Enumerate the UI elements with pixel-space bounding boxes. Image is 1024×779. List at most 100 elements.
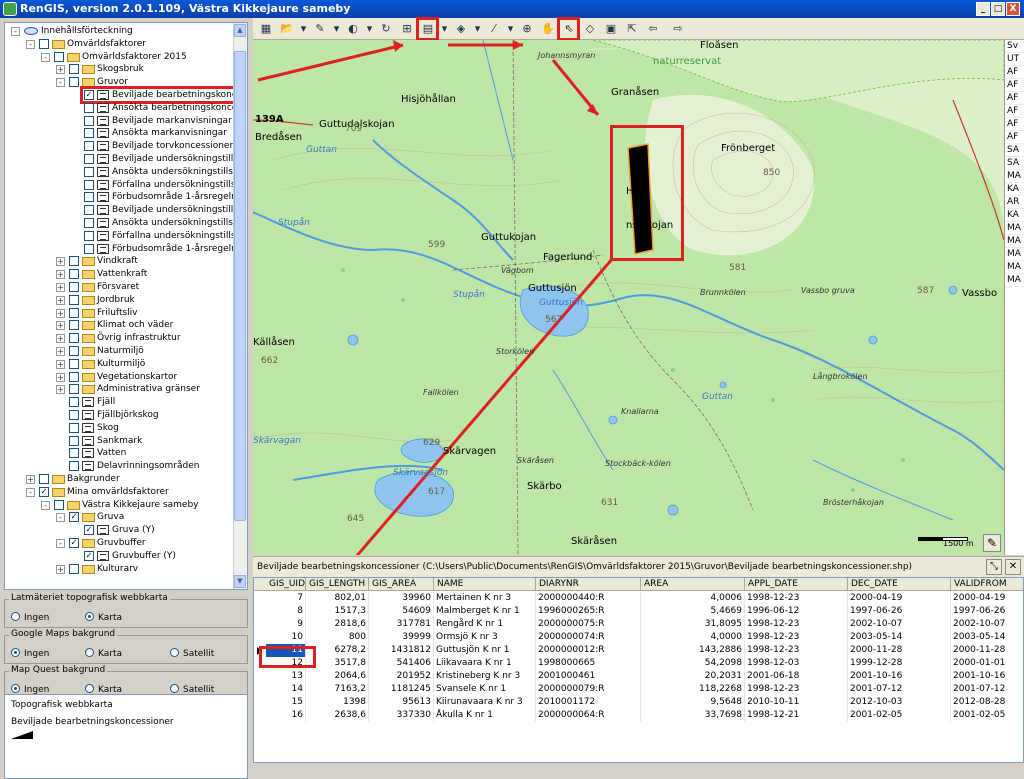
layer-checkbox[interactable] [69, 448, 79, 459]
tree-node[interactable]: + Jordbruk [5, 294, 233, 307]
collapse-icon[interactable]: - [26, 39, 35, 49]
table-cell[interactable]: 2001-10-16 [951, 670, 1023, 683]
basemap-option-radio[interactable]: Karta [85, 612, 122, 623]
collapse-icon[interactable]: - [11, 27, 20, 36]
tree-node[interactable]: + Bakgrunder [5, 473, 233, 486]
layer-checkbox[interactable] [84, 179, 94, 190]
basemap-option-radio[interactable]: Karta [85, 648, 122, 659]
table-cell[interactable]: 317781 [369, 618, 434, 631]
layer-checkbox[interactable]: ✓ [84, 90, 94, 100]
collapse-icon[interactable]: - [56, 539, 65, 548]
table-cell[interactable]: 2001-06-18 [745, 670, 848, 683]
table-cell[interactable]: 1999-12-28 [848, 657, 951, 670]
tree-node[interactable]: + Administrativa gränser [5, 383, 233, 396]
scroll-up-icon[interactable]: ▲ [234, 24, 246, 37]
table-cell[interactable]: 33,7698 [641, 709, 745, 722]
zoom-extent-icon[interactable]: ⊞ [398, 21, 416, 37]
table-row[interactable]: 11 6278,2 1431812 Guttusjön K nr 1 200000001… [254, 644, 1023, 657]
layer-tree[interactable]: - Innehållsförteckning - Omvärldsfaktorer - O… [4, 22, 248, 590]
radio-dot-icon[interactable] [85, 684, 94, 693]
scroll-down-icon[interactable]: ▼ [234, 575, 246, 588]
table-cell[interactable]: 2003-05-14 [848, 631, 951, 644]
collapse-icon[interactable]: - [56, 513, 65, 523]
table-cell[interactable]: 9,5648 [641, 696, 745, 709]
table-cell[interactable]: 5,4669 [641, 605, 745, 618]
table-cell[interactable]: 2012-10-03 [848, 696, 951, 709]
radio-dot-icon[interactable] [170, 684, 179, 693]
column-header[interactable]: AREA [641, 578, 745, 591]
table-cell[interactable]: 1998-12-23 [745, 631, 848, 644]
table-cell[interactable]: 9 [266, 618, 306, 631]
tree-node[interactable]: - ✓ Gruvbuffer [5, 537, 233, 550]
new-layer-icon[interactable]: ▦ [257, 21, 275, 37]
table-cell[interactable]: 802,01 [306, 592, 369, 605]
tree-node[interactable]: ✓ Gruvbuffer (Y) [5, 550, 233, 563]
table-cell[interactable]: 1431812 [369, 644, 434, 657]
tree-node[interactable]: Ansökta undersökningstillstånd [5, 166, 247, 179]
refresh-icon[interactable]: ↻ [377, 21, 395, 37]
layer-checkbox[interactable] [69, 294, 79, 305]
table-cell[interactable]: Malmberget K nr 1 [434, 605, 536, 618]
dropdown-arrow-icon[interactable]: ▾ [506, 21, 515, 37]
dropdown-arrow-icon[interactable]: ▾ [473, 21, 482, 37]
tree-node[interactable]: - ✓ Mina omvärldsfaktorer [5, 486, 233, 499]
table-cell[interactable]: Ormsjö K nr 3 [434, 631, 536, 644]
tree-node[interactable]: Ansökta undersökningstillstånd [5, 217, 247, 230]
tree-node[interactable]: Beviljade undersökningstillstånd [5, 153, 247, 166]
tree-node[interactable]: Beviljade markanvisningar [5, 115, 233, 128]
tree-node[interactable]: - Gruvor [5, 76, 233, 89]
radio-dot-icon[interactable] [85, 648, 94, 657]
tree-node[interactable]: - Innehållsförteckning [5, 25, 233, 38]
table-cell[interactable]: 1997-06-26 [848, 605, 951, 618]
tree-node[interactable]: Sankmark [5, 435, 233, 448]
tree-node[interactable]: Förfallna undersökningstillstånd [5, 179, 247, 192]
maximize-button[interactable]: □ [991, 2, 1005, 16]
collapse-icon[interactable]: - [56, 78, 65, 88]
column-header[interactable]: DEC_DATE [848, 578, 951, 591]
table-cell[interactable]: Kiirunavaara K nr 3 [434, 696, 536, 709]
tree-node[interactable]: Fjäll [5, 396, 233, 409]
table-cell[interactable]: 800 [306, 631, 369, 644]
table-cell[interactable]: 20,2031 [641, 670, 745, 683]
basemap-option-radio[interactable]: Ingen [11, 612, 49, 623]
column-header[interactable]: GIS_AREA [369, 578, 434, 591]
tree-node[interactable]: + Övrig infrastruktur [5, 332, 233, 345]
column-header[interactable]: GIS_LENGTH [306, 578, 369, 591]
radio-dot-icon[interactable] [85, 612, 94, 621]
layer-checkbox[interactable] [69, 282, 79, 292]
table-cell[interactable]: 1998-12-23 [745, 592, 848, 605]
table-cell[interactable]: 337330 [369, 709, 434, 722]
tree-node[interactable]: Ansökta bearbetningskoncessio [5, 102, 247, 115]
table-cell[interactable]: 8 [266, 605, 306, 618]
layer-checkbox[interactable] [54, 499, 64, 510]
column-header[interactable]: NAME [434, 578, 536, 591]
layer-checkbox[interactable] [84, 115, 94, 126]
tree-node[interactable]: ✓ Beviljade bearbetningskoncessi [5, 86, 247, 104]
table-row[interactable]: 14 7163,2 1181245 Svansele K nr 1 2000000079… [254, 683, 1023, 696]
layer-checkbox[interactable] [39, 474, 49, 484]
expand-icon[interactable]: + [56, 65, 65, 75]
tree-node[interactable]: + Vindkraft [5, 255, 233, 268]
layer-checkbox[interactable] [84, 102, 94, 113]
dropdown-arrow-icon[interactable]: ▾ [332, 21, 341, 37]
table-cell[interactable]: Liikavaara K nr 1 [434, 657, 536, 670]
arrow-back-icon[interactable]: ⇦ [644, 21, 662, 37]
expand-icon[interactable]: + [56, 564, 65, 574]
arrow-forward-icon[interactable]: ⇨ [669, 21, 687, 37]
table-cell[interactable]: 54609 [369, 605, 434, 618]
radio-dot-icon[interactable] [11, 684, 20, 693]
table-cell[interactable]: 2012-08-28 [951, 696, 1023, 709]
layer-checkbox[interactable] [69, 563, 79, 574]
layer-checkbox[interactable] [69, 320, 79, 331]
dropdown-arrow-icon[interactable]: ▾ [440, 21, 449, 37]
expand-icon[interactable]: + [56, 372, 65, 382]
layer-checkbox[interactable]: ✓ [69, 538, 79, 548]
table-row[interactable]: 13 2064,6 201952 Kristineberg K nr 3 2001000… [254, 670, 1023, 683]
layer-checkbox[interactable] [69, 422, 79, 433]
table-cell[interactable]: Guttusjön K nr 1 [434, 644, 536, 657]
layer-checkbox[interactable] [69, 333, 79, 344]
tree-node[interactable]: + Naturmiljö [5, 345, 233, 358]
table-cell[interactable]: 1998-12-03 [745, 657, 848, 670]
tree-node[interactable]: Förbudsområde 1-årsregeln und [5, 191, 247, 204]
minimize-button[interactable]: _ [976, 2, 990, 16]
